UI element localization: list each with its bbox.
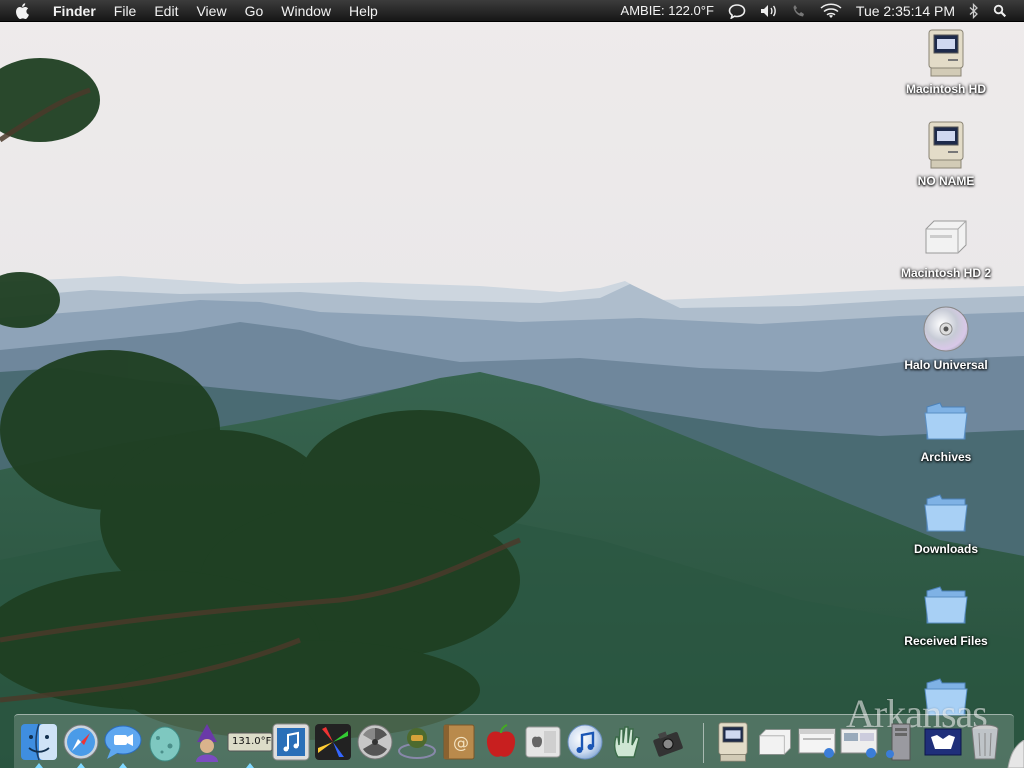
dock-item-red-apple[interactable]	[480, 721, 522, 763]
dock-separator	[703, 723, 704, 763]
dock-item-classic-mac[interactable]	[712, 721, 754, 763]
dock-item-egg[interactable]	[144, 721, 186, 763]
itunes-mini-icon	[272, 723, 310, 761]
desktop-icon-received-files[interactable]: Received Files	[891, 580, 1001, 648]
folder-icon	[921, 396, 971, 446]
wifi-icon[interactable]	[813, 3, 849, 19]
logo-icon	[924, 728, 962, 756]
bluetooth-icon[interactable]	[962, 2, 986, 19]
apple-red-icon	[486, 724, 516, 757]
classic-mac-icon	[718, 722, 748, 762]
desktop-icon-archives[interactable]: Archives	[891, 396, 1001, 464]
dock-item-screens[interactable]	[838, 721, 880, 763]
classic-mac-icon	[921, 120, 971, 170]
desktop-icon-label: Archives	[920, 450, 972, 464]
tower-icon	[886, 723, 911, 761]
dock-item-pinwheel[interactable]	[312, 721, 354, 763]
desktop-icon-label: NO NAME	[917, 174, 975, 188]
menu-go[interactable]: Go	[236, 0, 273, 22]
menu-file[interactable]: File	[105, 0, 146, 22]
phone-icon[interactable]	[785, 4, 813, 18]
dock-item-wizard[interactable]	[186, 721, 228, 763]
desktop-wallpaper	[0, 0, 1024, 768]
thermometer-readout: 131.0°F	[232, 736, 272, 747]
hand-icon	[613, 726, 640, 758]
dock-item-safari[interactable]	[60, 721, 102, 768]
svg-text:@: @	[453, 733, 469, 752]
menu-help[interactable]: Help	[340, 0, 387, 22]
landscape-image	[0, 0, 1024, 768]
desktop-icon-label: Halo Universal	[904, 358, 988, 372]
camera-icon	[653, 731, 683, 757]
screens-icon	[840, 728, 878, 758]
menu-bar: Finder File Edit View Go Window Help AMB…	[0, 0, 1024, 22]
running-indicator	[77, 763, 85, 768]
external-drive-icon	[921, 212, 971, 262]
dock-item-camera[interactable]	[648, 721, 690, 763]
app-menu-finder[interactable]: Finder	[44, 0, 105, 22]
menu-view[interactable]: View	[187, 0, 235, 22]
dock-item-system-preferences[interactable]	[522, 721, 564, 763]
wizard-icon	[196, 724, 218, 762]
classic-mac-icon	[921, 28, 971, 78]
desktop-icon-label: Downloads	[913, 542, 978, 556]
dock-item-window[interactable]	[796, 721, 838, 763]
window-icon	[798, 728, 836, 758]
clock[interactable]: Tue 2:35:14 PM	[849, 0, 962, 22]
running-indicator	[35, 763, 43, 768]
dock-item-thermometer[interactable]: 131.0°F	[226, 721, 274, 768]
desktop-icon-label: Macintosh HD 2	[900, 266, 991, 280]
trash-icon	[971, 724, 999, 760]
desktop-icon-label: Macintosh HD	[905, 82, 986, 96]
dock-item-address-book[interactable]: @	[438, 721, 480, 763]
dock-item-tower[interactable]	[880, 721, 922, 763]
temperature-status[interactable]: AMBIE: 122.0°F	[614, 0, 721, 22]
folder-icon	[921, 488, 971, 538]
apple-icon	[16, 2, 29, 19]
system-prefs-icon	[525, 726, 561, 758]
desktop-icon-no-name[interactable]: NO NAME	[891, 120, 1001, 188]
finder-icon	[21, 723, 57, 761]
dock-item-hand[interactable]	[606, 721, 648, 763]
dock-item-radiation[interactable]	[354, 721, 396, 763]
dock: 131.0°F @	[14, 714, 1014, 768]
ichat-icon	[104, 725, 142, 759]
desktop-icon-label: Received Files	[904, 634, 988, 648]
dock-item-itunes[interactable]	[564, 721, 606, 763]
pinwheel-icon	[315, 724, 351, 760]
spotlight-icon[interactable]	[986, 4, 1014, 18]
cd-disc-icon	[921, 304, 971, 354]
radiation-icon	[357, 724, 393, 760]
folder-icon	[921, 580, 971, 630]
running-indicator	[119, 763, 127, 768]
dock-item-halo[interactable]	[396, 721, 438, 763]
page-curl-corner[interactable]	[1004, 740, 1024, 768]
itunes-icon	[567, 724, 603, 760]
desktop-icon-macintosh-hd-2[interactable]: Macintosh HD 2	[891, 212, 1001, 280]
dock-item-ichat[interactable]	[102, 721, 144, 768]
menu-edit[interactable]: Edit	[145, 0, 187, 22]
apple-menu[interactable]	[0, 0, 44, 22]
drive-icon	[759, 729, 791, 755]
dock-item-itunes-mini[interactable]	[270, 721, 312, 763]
egg-icon	[149, 726, 181, 762]
dock-item-trash[interactable]	[964, 721, 1006, 763]
volume-icon[interactable]	[753, 4, 785, 18]
dock-item-logo[interactable]	[922, 721, 964, 763]
dock-item-finder[interactable]	[18, 721, 60, 768]
safari-icon	[63, 724, 99, 760]
desktop-icon-macintosh-hd[interactable]: Macintosh HD	[891, 28, 1001, 96]
ichat-status-icon[interactable]	[721, 3, 753, 19]
desktop-icon-halo-universal[interactable]: Halo Universal	[891, 304, 1001, 372]
running-indicator	[246, 763, 254, 768]
address-book-icon: @	[443, 724, 475, 760]
menu-window[interactable]: Window	[272, 0, 340, 22]
desktop-icon-downloads[interactable]: Downloads	[891, 488, 1001, 556]
halo-icon	[398, 728, 436, 759]
dock-item-drive[interactable]	[754, 721, 796, 763]
